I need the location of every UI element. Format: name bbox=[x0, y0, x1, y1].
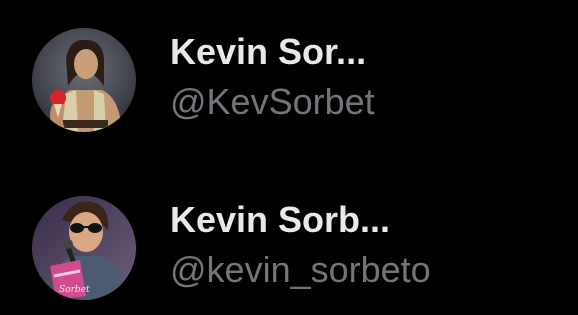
avatar[interactable] bbox=[32, 28, 136, 132]
display-name[interactable]: Kevin Sorb... bbox=[170, 198, 390, 242]
avatar[interactable]: Sorbet bbox=[32, 196, 136, 300]
account-row[interactable]: Kevin Sor... @KevSorbet bbox=[0, 22, 578, 142]
user-handle[interactable]: @kevin_sorbeto bbox=[170, 248, 431, 292]
man-with-sunglasses-holding-sorbet-box-avatar-icon: Sorbet bbox=[32, 196, 136, 300]
svg-text:Sorbet: Sorbet bbox=[59, 285, 90, 295]
account-list: Kevin Sor... @KevSorbet Sorbet Kevin Sor… bbox=[0, 0, 578, 315]
shirtless-man-holding-cone-avatar-icon bbox=[32, 28, 136, 132]
user-handle[interactable]: @KevSorbet bbox=[170, 80, 375, 124]
account-row[interactable]: Sorbet Kevin Sorb... @kevin_sorbeto bbox=[0, 190, 578, 310]
display-name[interactable]: Kevin Sor... bbox=[170, 30, 366, 74]
